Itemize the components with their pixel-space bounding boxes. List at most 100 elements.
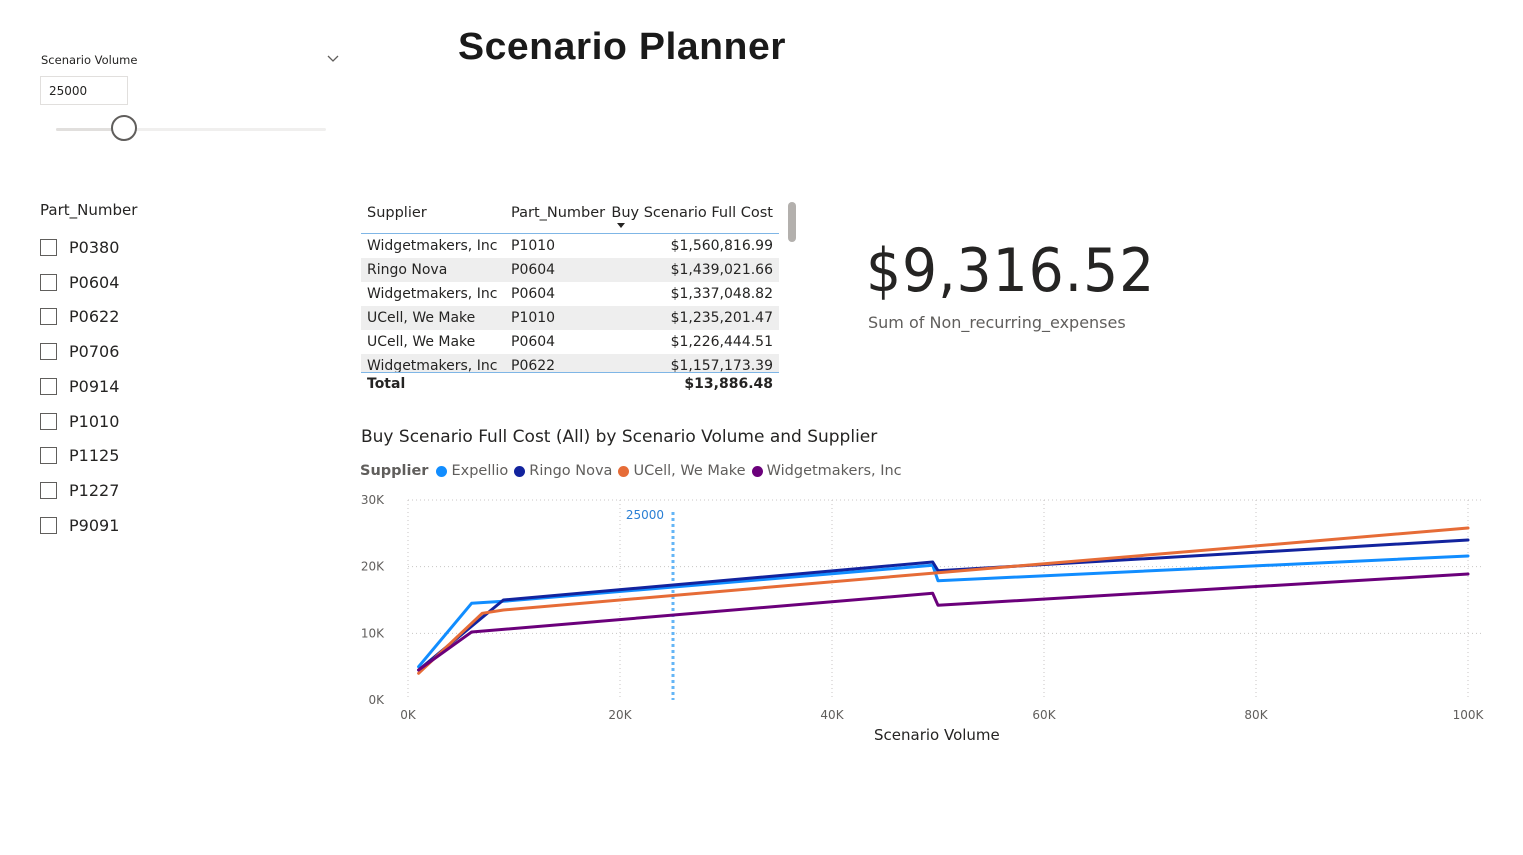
part-number-item[interactable]: P1125	[40, 439, 240, 474]
card-value: $9,316.52	[866, 236, 1156, 306]
part-number-label: P0622	[69, 307, 120, 327]
table-cell: UCell, We Make	[367, 310, 476, 326]
part-number-label: P1010	[69, 411, 120, 431]
reference-line-label: 25000	[626, 508, 664, 522]
part-number-item[interactable]: P0380	[40, 230, 240, 265]
x-axis-title: Scenario Volume	[874, 726, 1000, 744]
table-cell: UCell, We Make	[367, 334, 476, 350]
legend-label: Ringo Nova	[529, 463, 613, 479]
table-cell: Widgetmakers, Inc	[367, 286, 498, 302]
part-number-list: P0380 P0604 P0622 P0706 P0914 P1010 P1125 P1227…	[40, 230, 240, 543]
y-tick-label: 0K	[368, 693, 385, 707]
table-row[interactable]: UCell, We Make P0604 $1,226,444.51	[361, 330, 779, 354]
checkbox-icon[interactable]	[40, 343, 57, 361]
chevron-down-icon[interactable]	[326, 52, 340, 66]
table-scrollbar[interactable]	[788, 202, 796, 242]
part-number-label: P1227	[69, 481, 120, 501]
part-number-item[interactable]: P0914	[40, 369, 240, 404]
column-header-supplier[interactable]: Supplier	[367, 199, 427, 227]
y-tick-label: 10K	[361, 626, 385, 640]
checkbox-icon[interactable]	[40, 516, 57, 534]
table-cell: $1,560,816.99	[670, 238, 773, 254]
checkbox-icon[interactable]	[40, 447, 57, 465]
part-number-item[interactable]: P0622	[40, 300, 240, 335]
legend-item[interactable]: Widgetmakers, Inc	[751, 463, 902, 479]
table-cell: Widgetmakers, Inc	[367, 238, 498, 254]
legend-label: Expellio	[451, 463, 509, 479]
checkbox-icon[interactable]	[40, 308, 57, 326]
part-number-item[interactable]: P1227	[40, 473, 240, 508]
table-total-row: Total $13,886.48	[361, 373, 779, 395]
total-label: Total	[367, 376, 406, 392]
legend-item[interactable]: Expellio	[436, 463, 508, 479]
column-header-buy-scenario-full-cost[interactable]: Buy Scenario Full Cost	[611, 199, 773, 227]
table-cell: $1,157,173.39	[670, 358, 773, 373]
card-label: Sum of Non_recurring_expenses	[868, 313, 1126, 332]
legend-label: Widgetmakers, Inc	[766, 463, 902, 479]
part-number-label: P1125	[69, 446, 120, 466]
sort-descending-icon[interactable]	[617, 223, 625, 228]
table-body: Widgetmakers, Inc P1010 $1,560,816.99 Ringo…	[361, 234, 779, 373]
table-header-row: Supplier Part_Number Buy Scenario Full C…	[361, 199, 779, 234]
checkbox-icon[interactable]	[40, 273, 57, 291]
series-line	[417, 572, 1470, 672]
legend-dot-icon	[618, 465, 630, 477]
checkbox-icon[interactable]	[40, 238, 57, 256]
legend-item[interactable]: Ringo Nova	[514, 463, 612, 479]
table-cell: P1010	[511, 310, 556, 326]
table-cell: P0604	[511, 286, 556, 302]
checkbox-icon[interactable]	[40, 412, 57, 430]
x-tick-label: 40K	[820, 708, 844, 722]
supplier-cost-table: Supplier Part_Number Buy Scenario Full C…	[361, 199, 779, 395]
legend-item[interactable]: UCell, We Make	[618, 463, 746, 479]
x-tick-label: 60K	[1032, 708, 1056, 722]
slider-thumb[interactable]	[110, 115, 137, 141]
table-row[interactable]: UCell, We Make P1010 $1,235,201.47	[361, 306, 779, 330]
legend-title: Supplier	[360, 463, 429, 479]
table-row[interactable]: Widgetmakers, Inc P1010 $1,560,816.99	[361, 234, 779, 258]
part-number-item[interactable]: P9091	[40, 508, 240, 543]
part-number-item[interactable]: P1010	[40, 404, 240, 439]
part-number-label: P0914	[69, 376, 120, 396]
page-title: Scenario Planner	[458, 26, 787, 68]
part-number-label: P0706	[69, 342, 120, 362]
line-chart: 0K 10K 20K 30K 0K 20K 40K 60K 80K 100K 25000	[361, 493, 1485, 722]
x-tick-label: 80K	[1244, 708, 1268, 722]
x-tick-label: 0K	[400, 708, 417, 722]
checkbox-icon[interactable]	[40, 377, 57, 395]
table-cell: P1010	[511, 238, 556, 254]
part-number-slicer-header: Part_Number	[40, 201, 138, 219]
table-cell: $1,235,201.47	[670, 310, 773, 326]
table-row[interactable]: Ringo Nova P0604 $1,439,021.66	[361, 258, 779, 282]
legend-label: UCell, We Make	[633, 463, 746, 479]
part-number-label: P9091	[69, 515, 120, 535]
legend-dot-icon	[751, 465, 763, 477]
chart-legend: Supplier Expellio Ringo Nova UCell, We Mak…	[360, 463, 908, 479]
y-tick-label: 30K	[361, 493, 385, 507]
part-number-label: P0604	[69, 272, 120, 292]
table-cell: P0622	[511, 358, 556, 373]
legend-dot-icon	[514, 465, 526, 477]
table-row[interactable]: Widgetmakers, Inc P0604 $1,337,048.82	[361, 282, 779, 306]
scenario-volume-label: Scenario Volume	[41, 53, 138, 67]
part-number-label: P0380	[69, 237, 120, 257]
table-cell: Widgetmakers, Inc	[367, 358, 498, 373]
x-tick-label: 20K	[608, 708, 632, 722]
table-row[interactable]: Widgetmakers, Inc P0622 $1,157,173.39	[361, 354, 779, 373]
chart-title: Buy Scenario Full Cost (All) by Scenario…	[361, 427, 878, 447]
table-cell: P0604	[511, 262, 556, 278]
table-cell: $1,226,444.51	[670, 334, 773, 350]
column-header-part-number[interactable]: Part_Number	[511, 199, 605, 227]
table-cell: Ringo Nova	[367, 262, 448, 278]
table-cell: $1,439,021.66	[670, 262, 773, 278]
y-tick-label: 20K	[361, 560, 385, 574]
x-tick-label: 100K	[1453, 708, 1485, 722]
part-number-item[interactable]: P0604	[40, 265, 240, 300]
total-value: $13,886.48	[684, 376, 773, 392]
legend-dot-icon	[436, 465, 448, 477]
scenario-volume-input[interactable]	[40, 76, 128, 105]
table-cell: P0604	[511, 334, 556, 350]
part-number-item[interactable]: P0706	[40, 334, 240, 369]
table-cell: $1,337,048.82	[670, 286, 773, 302]
checkbox-icon[interactable]	[40, 482, 57, 500]
